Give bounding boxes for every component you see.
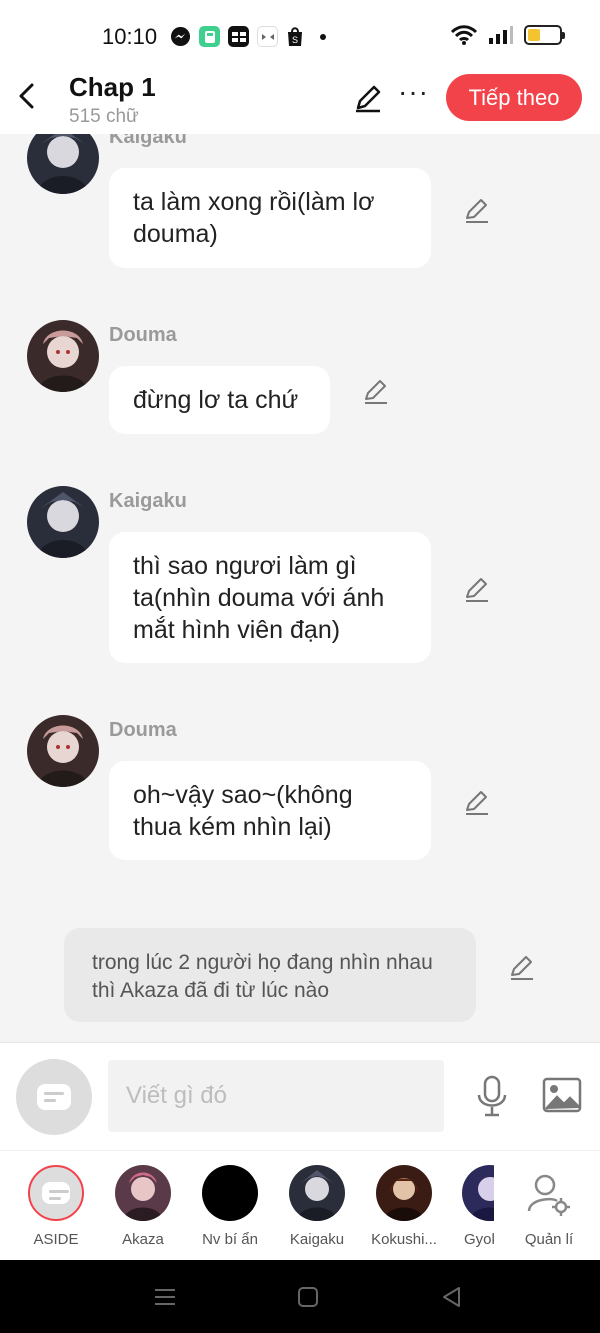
notification-icons: S (170, 26, 326, 47)
sender-name: Douma (109, 719, 177, 741)
status-bar: 10:10 S (0, 0, 600, 72)
menu-icon[interactable] (154, 1286, 176, 1308)
message-bubble[interactable]: ta làm xong rồi(làm lơ douma) (109, 168, 431, 268)
image-icon[interactable] (542, 1077, 582, 1113)
character-akaza[interactable]: Akaza (98, 1165, 188, 1248)
edit-message-icon[interactable] (361, 377, 391, 407)
character-label: Kaigaku (289, 1231, 345, 1248)
avatar-gyokko (462, 1165, 494, 1221)
manage-characters[interactable]: Quản lí (504, 1165, 594, 1248)
avatar-kaigaku[interactable] (27, 486, 99, 558)
chapter-header: Chap 1 515 chữ ··· Tiếp theo (0, 72, 600, 134)
character-label: ASIDE (33, 1231, 79, 1248)
more-notifications-dot (320, 33, 326, 40)
character-label: Kokushi... (371, 1231, 437, 1248)
messenger-icon (170, 26, 191, 47)
message-bubble[interactable]: đừng lơ ta chứ (109, 366, 330, 434)
character-kaigaku[interactable]: Kaigaku (272, 1165, 362, 1248)
baomoi-icon (228, 26, 249, 47)
avatar-kaigaku (289, 1165, 345, 1221)
character-kokushibo[interactable]: Kokushi... (359, 1165, 449, 1248)
next-chapter-button[interactable]: Tiếp theo (446, 74, 582, 121)
microphone-icon[interactable] (474, 1075, 510, 1117)
edit-pencil-icon[interactable] (352, 82, 384, 114)
svg-text:S: S (292, 35, 298, 45)
system-icons (450, 24, 565, 46)
signal-icon (489, 26, 513, 44)
edit-message-icon[interactable] (462, 196, 492, 226)
aside-toggle-button[interactable] (16, 1059, 92, 1135)
status-time: 10:10 (102, 24, 158, 49)
edit-narration-icon[interactable] (507, 953, 537, 983)
message-input[interactable] (108, 1060, 444, 1132)
calculator-icon (199, 26, 220, 47)
character-label: Nv bí ẩn (202, 1231, 258, 1248)
character-label: Gyok (464, 1231, 494, 1248)
avatar-douma[interactable] (27, 715, 99, 787)
character-gyokko[interactable]: Gyok (446, 1165, 494, 1248)
chat-area[interactable]: Kaigaku ta làm xong rồi(làm lơ douma) Do… (0, 134, 600, 1042)
avatar-kaigaku[interactable] (27, 134, 99, 194)
message-composer (0, 1042, 600, 1150)
edit-message-icon[interactable] (462, 788, 492, 818)
home-icon[interactable] (297, 1286, 319, 1308)
avatar-kokushibo (376, 1165, 432, 1221)
avatar-mystery (202, 1165, 258, 1221)
user-settings-icon (527, 1174, 570, 1216)
character-selector: ASIDE Akaza Nv bí ẩn Kaigaku Kokushi... … (0, 1150, 600, 1260)
character-mystery[interactable]: Nv bí ẩn (185, 1165, 275, 1248)
back-icon[interactable] (441, 1286, 463, 1308)
word-count: 515 chữ (69, 106, 139, 127)
battery-icon (524, 25, 565, 45)
edit-message-icon[interactable] (462, 575, 492, 605)
message-bubble[interactable]: oh~vậy sao~(không thua kém nhìn lại) (109, 761, 431, 860)
back-arrow-icon[interactable] (14, 82, 42, 110)
aside-icon (28, 1165, 84, 1221)
character-aside[interactable]: ASIDE (11, 1165, 101, 1248)
character-label: Quản lí (524, 1231, 574, 1248)
chapter-title: Chap 1 (69, 72, 156, 102)
system-nav-bar (0, 1260, 600, 1333)
chat-bubble-icon (37, 1084, 71, 1110)
sender-name: Kaigaku (109, 134, 187, 148)
game-icon (257, 26, 278, 47)
character-label: Akaza (122, 1231, 164, 1248)
avatar-douma[interactable] (27, 320, 99, 392)
avatar-akaza (115, 1165, 171, 1221)
shopee-icon: S (288, 27, 302, 46)
sender-name: Douma (109, 324, 177, 346)
sender-name: Kaigaku (109, 490, 187, 512)
wifi-icon (450, 25, 478, 45)
narration-bubble[interactable]: trong lúc 2 người họ đang nhìn nhau thì … (64, 928, 476, 1022)
message-bubble[interactable]: thì sao ngươi làm gì ta(nhìn douma với á… (109, 532, 431, 663)
more-options-icon[interactable]: ··· (398, 78, 429, 106)
